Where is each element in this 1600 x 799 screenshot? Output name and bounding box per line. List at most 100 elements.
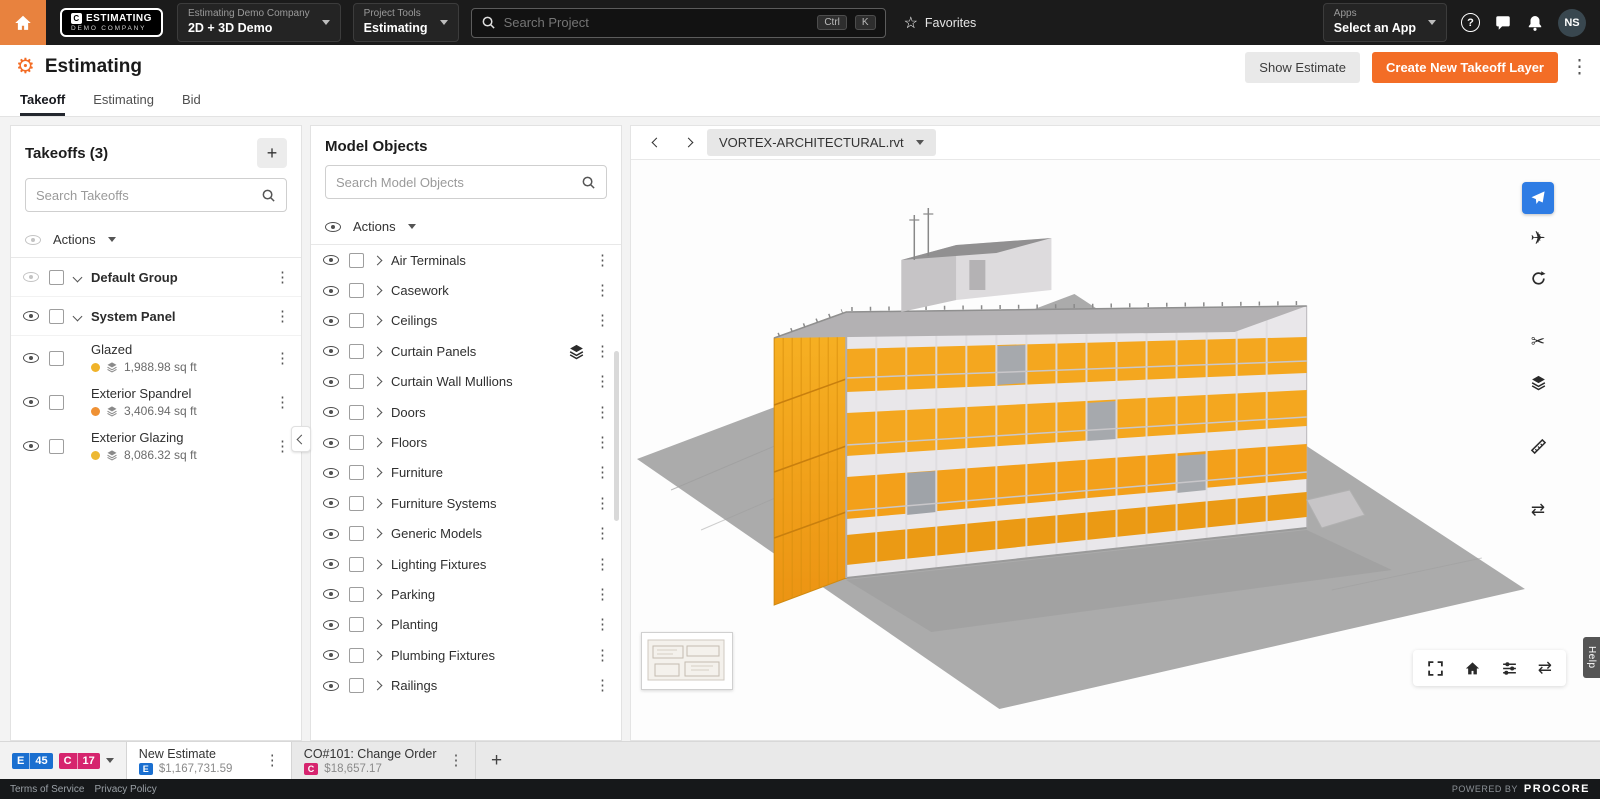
visibility-eye-icon[interactable] [23,441,39,451]
model-object-row-lighting-fixtures[interactable]: Lighting Fixtures [311,549,621,579]
active-layers-icon[interactable] [568,343,585,360]
kebab-menu-icon[interactable] [595,435,609,450]
visibility-eye-icon[interactable] [323,315,339,326]
row-checkbox[interactable] [349,617,364,633]
visibility-eye-icon[interactable] [23,353,39,363]
visibility-eye-icon[interactable] [323,559,339,570]
model-object-row-furniture[interactable]: Furniture [311,458,621,488]
visibility-eye-icon[interactable] [25,234,41,245]
model-object-row-ceilings[interactable]: Ceilings [311,306,621,336]
model-object-row-curtain-panels[interactable]: Curtain Panels [311,336,621,366]
apps-selector[interactable]: Apps Select an App [1322,3,1447,42]
kebab-menu-icon[interactable] [595,678,609,693]
chevron-down-icon[interactable] [407,224,416,229]
create-new-takeoff-layer-button[interactable]: Create New Takeoff Layer [1372,51,1558,83]
tab-estimating[interactable]: Estimating [93,89,154,116]
chevron-right-icon[interactable] [372,285,383,296]
visibility-eye-icon[interactable] [323,528,339,539]
tab-bid[interactable]: Bid [182,89,201,116]
visibility-eye-icon[interactable] [323,467,339,478]
row-checkbox[interactable] [349,556,364,572]
project-search-input[interactable] [503,15,810,30]
row-checkbox[interactable] [349,495,364,511]
model-object-row-curtain-wall-mullions[interactable]: Curtain Wall Mullions [311,367,621,397]
visibility-eye-icon[interactable] [323,255,339,266]
visibility-eye-icon[interactable] [325,221,341,232]
model-object-row-railings[interactable]: Railings [311,670,621,700]
visibility-eye-icon[interactable] [323,346,339,357]
layers-tool-button[interactable] [1522,366,1554,398]
swap-view-tool-button[interactable] [1522,494,1554,526]
chevron-right-icon[interactable] [372,619,383,630]
item-checkbox[interactable] [49,394,64,410]
model-object-row-air-terminals[interactable]: Air Terminals [311,245,621,275]
collapse-panel-handle[interactable] [291,426,311,452]
takeoff-group-row-default[interactable]: Default Group [11,258,301,297]
kebab-menu-icon[interactable] [265,753,279,768]
model-object-row-casework[interactable]: Casework [311,275,621,305]
kebab-menu-icon[interactable] [595,344,609,359]
section-cut-tool-button[interactable] [1522,326,1554,358]
user-avatar[interactable]: NS [1558,8,1586,37]
row-checkbox[interactable] [349,404,364,420]
chevron-right-icon[interactable] [372,437,383,448]
kebab-menu-icon[interactable] [595,313,609,328]
kebab-menu-icon[interactable] [595,617,609,632]
takeoffs-search-input[interactable] [36,187,254,203]
model-object-row-generic-models[interactable]: Generic Models [311,519,621,549]
group-checkbox[interactable] [49,269,64,285]
chevron-right-icon[interactable] [372,346,383,357]
chevron-right-icon[interactable] [372,255,383,266]
kebab-menu-icon[interactable] [275,395,289,410]
chat-icon[interactable] [1494,14,1512,32]
previous-model-button[interactable] [643,130,669,156]
model-object-row-plumbing-fixtures[interactable]: Plumbing Fixtures [311,640,621,670]
chevron-down-icon[interactable] [72,272,83,282]
chevron-right-icon[interactable] [372,376,383,387]
model-objects-search-input[interactable] [336,174,574,190]
chevron-right-icon[interactable] [372,316,383,326]
kebab-menu-icon[interactable] [595,587,609,602]
chevron-down-icon[interactable] [72,311,83,321]
kebab-menu-icon[interactable] [595,374,609,389]
company-project-selector[interactable]: Estimating Demo Company 2D + 3D Demo [176,3,341,42]
visibility-eye-icon[interactable] [323,650,339,661]
kebab-menu-icon[interactable] [275,309,289,324]
visibility-eye-icon[interactable] [323,498,339,509]
row-checkbox[interactable] [349,647,364,663]
next-model-button[interactable] [675,130,701,156]
model-file-selector[interactable]: VORTEX-ARCHITECTURAL.rvt [707,129,936,156]
kebab-menu-icon[interactable] [595,253,609,268]
visibility-eye-icon[interactable] [323,376,339,387]
row-checkbox[interactable] [349,678,364,694]
switch-view-button[interactable] [1538,658,1552,678]
chevron-right-icon[interactable] [372,498,383,509]
favorites-button[interactable]: Favorites [904,13,976,33]
view-settings-button[interactable] [1501,660,1518,677]
tab-takeoff[interactable]: Takeoff [20,89,66,116]
kebab-menu-icon[interactable] [275,439,289,454]
row-checkbox[interactable] [349,526,364,542]
model-object-row-planting[interactable]: Planting [311,610,621,640]
takeoff-item-exterior-spandrel[interactable]: Exterior Spandrel 3,406.94 sq ft [11,380,301,424]
kebab-menu-icon[interactable] [595,496,609,511]
minimap-thumbnail[interactable] [641,632,733,690]
row-checkbox[interactable] [349,465,364,481]
model-object-row-furniture-systems[interactable]: Furniture Systems [311,488,621,518]
home-button[interactable] [0,0,46,45]
fullscreen-button[interactable] [1427,660,1444,677]
navigate-tool-button[interactable] [1522,182,1554,214]
visibility-eye-icon[interactable] [23,272,39,282]
chevron-right-icon[interactable] [372,407,383,418]
row-checkbox[interactable] [349,283,364,299]
bell-icon[interactable] [1526,14,1544,32]
chevron-right-icon[interactable] [372,650,383,661]
row-checkbox[interactable] [349,435,364,451]
row-checkbox[interactable] [349,343,364,359]
model-object-row-parking[interactable]: Parking [311,579,621,609]
scrollbar-thumb[interactable] [614,351,619,521]
kebab-menu-icon[interactable] [449,753,463,768]
kebab-menu-icon[interactable] [595,405,609,420]
kebab-menu-icon[interactable] [275,270,289,285]
row-checkbox[interactable] [349,586,364,602]
